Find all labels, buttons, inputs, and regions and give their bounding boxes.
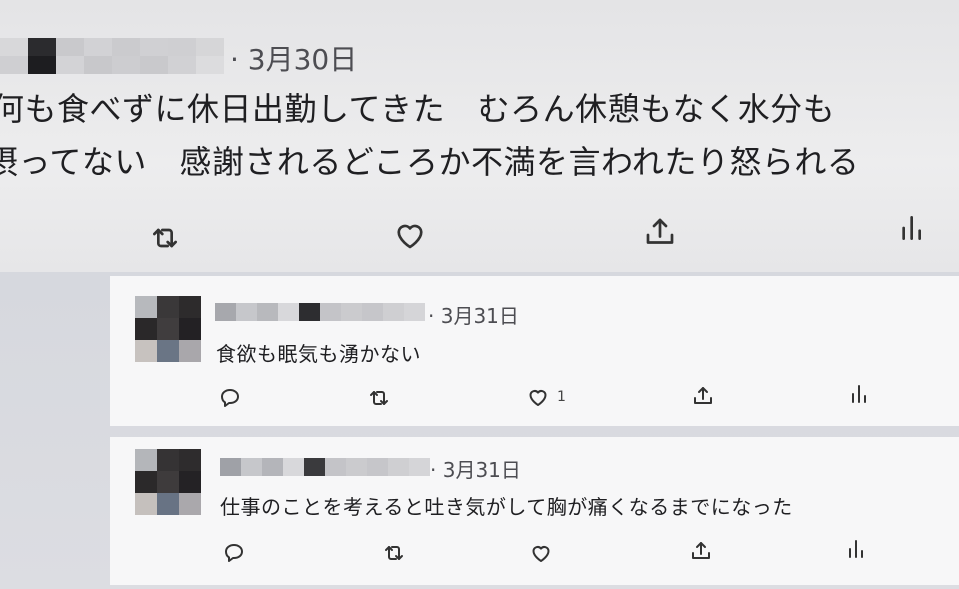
views-button[interactable]: [845, 537, 869, 561]
reply-card[interactable]: · 3月31日 仕事のことを考えると吐き気がして胸が痛くなるまでになった: [110, 437, 959, 585]
views-button[interactable]: [897, 212, 929, 244]
share-icon: [694, 387, 712, 404]
like-count: 1: [557, 389, 566, 405]
views-icon: [852, 385, 866, 403]
reply-timestamp[interactable]: · 3月31日: [428, 300, 519, 329]
retweet-icon: [370, 391, 388, 405]
share-icon: [692, 542, 710, 559]
like-button[interactable]: [390, 217, 430, 253]
reply-button[interactable]: [222, 541, 246, 565]
retweet-icon: [385, 546, 403, 560]
share-button[interactable]: [688, 539, 714, 563]
blurred-user-name: [0, 38, 224, 74]
avatar[interactable]: [135, 296, 201, 362]
avatar[interactable]: [135, 449, 201, 515]
blurred-user-name: [215, 303, 425, 321]
reply-timestamp[interactable]: · 3月31日: [430, 454, 521, 483]
tweet-text-line-1: 何も食べずに休日出勤してきた むろん休憩もなく水分も: [0, 90, 836, 128]
retweet-icon: [153, 228, 177, 248]
like-button[interactable]: 1: [525, 385, 566, 409]
blurred-user-name: [220, 458, 430, 476]
heart-icon: [529, 390, 547, 406]
reply-text: 食欲も眠気も湧かない: [216, 342, 421, 366]
retweet-button[interactable]: [147, 222, 183, 254]
share-button[interactable]: [640, 214, 680, 250]
views-button[interactable]: [848, 382, 872, 406]
views-icon: [849, 540, 863, 558]
reply-button[interactable]: [218, 386, 242, 410]
views-icon: [902, 216, 921, 240]
like-button[interactable]: [528, 541, 554, 565]
tweet-text-line-2: 摂ってない 感謝されるどころか不満を言われたり怒られる: [0, 143, 860, 181]
share-button[interactable]: [690, 384, 716, 408]
tweet-timestamp[interactable]: · 3月30日: [230, 38, 357, 78]
reply-card[interactable]: · 3月31日 食欲も眠気も湧かない 1: [110, 276, 959, 426]
reply-text: 仕事のことを考えると吐き気がして胸が痛くなるまでになった: [220, 495, 793, 519]
heart-icon: [397, 224, 423, 249]
share-icon: [646, 218, 674, 244]
main-tweet: · 3月30日 何も食べずに休日出勤してきた むろん休憩もなく水分も 摂ってない…: [0, 0, 959, 272]
replies-section: · 3月31日 食欲も眠気も湧かない 1 · 3月31日 仕事のことを考えると吐…: [0, 272, 959, 589]
retweet-button[interactable]: [381, 541, 407, 565]
reply-icon: [225, 544, 243, 562]
reply-icon: [221, 389, 239, 407]
heart-icon: [532, 546, 550, 562]
retweet-button[interactable]: [366, 386, 392, 410]
